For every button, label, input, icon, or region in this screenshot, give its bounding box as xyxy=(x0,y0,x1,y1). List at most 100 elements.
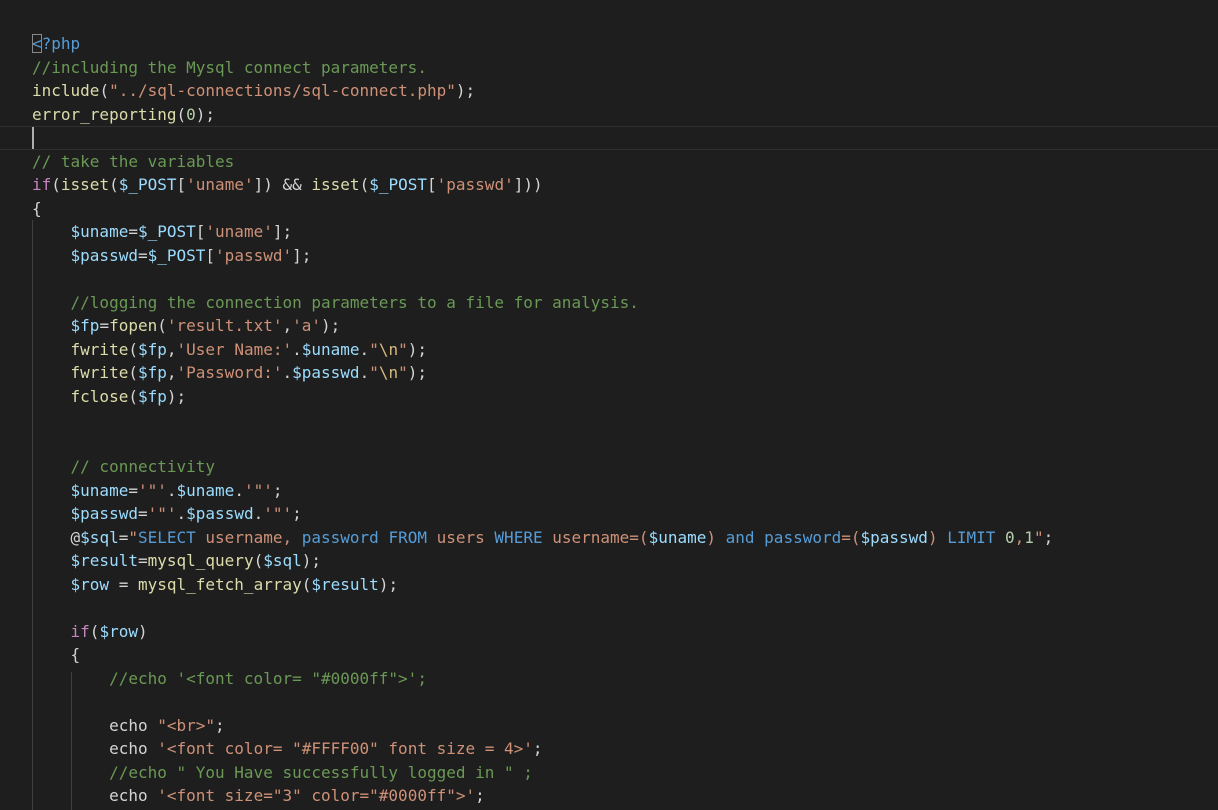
code-token: "../sql-connections/sql-connect.php" xyxy=(109,81,456,100)
code-line[interactable] xyxy=(32,596,1218,620)
code-token: $passwd xyxy=(292,363,360,382)
code-token: 0 xyxy=(186,104,196,124)
code-token: ; xyxy=(292,504,302,523)
code-token: , xyxy=(282,316,293,335)
code-token: ; xyxy=(272,480,283,500)
code-line[interactable]: // take the variables xyxy=(32,150,1218,174)
code-line[interactable]: if(isset($_POST['uname']) && isset($_POS… xyxy=(32,173,1218,197)
code-token: '"' xyxy=(263,504,293,523)
code-token: " xyxy=(369,339,379,359)
code-line[interactable]: fwrite($fp,'Password:'.$passwd."\n"); xyxy=(32,361,1218,385)
code-token: = xyxy=(118,527,129,547)
code-line[interactable]: //echo " You Have successfully logged in… xyxy=(32,761,1218,785)
code-token: LIMIT xyxy=(947,527,996,547)
code-token: ?php xyxy=(41,34,81,53)
code-line[interactable]: echo '<font size="3" color="#0000ff">'; xyxy=(32,784,1218,808)
code-token: ); xyxy=(407,339,427,359)
code-token: < xyxy=(32,34,42,53)
code-token: echo xyxy=(32,786,158,805)
code-token: fopen xyxy=(109,316,158,335)
code-token: ; xyxy=(532,739,543,758)
code-token: '"' xyxy=(243,480,273,500)
code-token: 'passwd' xyxy=(215,245,293,265)
code-line[interactable]: @$sql="SELECT username, password FROM us… xyxy=(32,526,1218,550)
code-token: ); xyxy=(195,104,216,124)
code-token: . xyxy=(176,504,187,523)
code-token: ( xyxy=(253,551,264,570)
code-token: ); xyxy=(301,551,322,570)
code-token: . xyxy=(253,504,264,523)
code-token: //echo '<font color= "#0000ff">'; xyxy=(109,668,427,688)
code-line[interactable]: { xyxy=(32,197,1218,221)
code-line[interactable]: <?php xyxy=(32,32,1218,56)
code-line[interactable]: //including the Mysql connect parameters… xyxy=(32,56,1218,80)
code-token: " xyxy=(1033,527,1044,547)
code-line[interactable]: $uname='"'.$uname.'"'; xyxy=(32,479,1218,503)
code-token: $passwd xyxy=(186,504,254,523)
code-token: users xyxy=(426,527,495,547)
code-line[interactable]: $fp=fopen('result.txt','a'); xyxy=(32,314,1218,338)
code-token: { xyxy=(32,198,42,218)
code-editor[interactable]: <?php//including the Mysql connect param… xyxy=(0,0,1218,810)
code-line[interactable]: //logging the connection parameters to a… xyxy=(32,291,1218,315)
code-line[interactable]: // connectivity xyxy=(32,455,1218,479)
code-token: 1 xyxy=(1024,527,1034,547)
code-token: $result xyxy=(70,551,138,570)
code-token: $uname xyxy=(648,527,707,547)
code-token: SELECT xyxy=(137,527,196,547)
code-line[interactable]: include("../sql-connections/sql-connect.… xyxy=(32,79,1218,103)
code-token: username, xyxy=(195,527,302,547)
code-token: ])) xyxy=(513,175,543,194)
code-line[interactable]: if($row) xyxy=(32,620,1218,644)
code-line[interactable] xyxy=(32,267,1218,291)
code-line[interactable]: echo '<font color= "#FFFF00" font size =… xyxy=(32,737,1218,761)
code-token: ); xyxy=(166,386,187,406)
code-line[interactable]: $passwd=$_POST['passwd']; xyxy=(32,244,1218,268)
code-token: = xyxy=(137,504,148,523)
code-token: // take the variables xyxy=(32,151,235,171)
code-token: ( xyxy=(128,386,138,406)
code-line[interactable]: fwrite($fp,'User Name:'.$uname."\n"); xyxy=(32,338,1218,362)
code-token: '<font size="3" color="#0000ff">' xyxy=(157,786,476,805)
code-token: = xyxy=(128,480,138,500)
code-token: $sql xyxy=(80,527,119,547)
code-line[interactable] xyxy=(32,690,1218,714)
code-line[interactable]: $row = mysql_fetch_array($result); xyxy=(32,573,1218,597)
code-token: ; xyxy=(1043,527,1054,547)
code-line[interactable]: //echo '<font color= "#0000ff">'; xyxy=(32,667,1218,691)
code-line[interactable]: $uname=$_POST['uname']; xyxy=(32,220,1218,244)
code-token: $result xyxy=(311,574,379,594)
code-line[interactable]: { xyxy=(32,643,1218,667)
code-token: , xyxy=(166,339,177,359)
code-line[interactable]: fclose($fp); xyxy=(32,385,1218,409)
code-token: ); xyxy=(455,81,476,100)
code-line[interactable] xyxy=(32,408,1218,432)
code-token: 0 xyxy=(1005,527,1015,547)
code-token: if xyxy=(32,175,52,194)
code-token: . xyxy=(359,339,370,359)
code-line[interactable]: echo "<br>"; xyxy=(32,714,1218,738)
code-token: ; xyxy=(215,715,225,735)
code-token: include xyxy=(32,81,100,100)
code-line-current[interactable] xyxy=(0,126,1218,150)
code-token: ]; xyxy=(272,222,293,241)
code-line[interactable] xyxy=(32,432,1218,456)
code-token: . xyxy=(282,363,293,382)
code-token: 'uname' xyxy=(186,175,254,194)
code-token: @ xyxy=(32,527,81,547)
code-token: ( xyxy=(359,175,370,194)
code-line[interactable]: $result=mysql_query($sql); xyxy=(32,549,1218,573)
code-token: fwrite xyxy=(70,339,129,359)
code-lines[interactable]: <?php//including the Mysql connect param… xyxy=(0,32,1218,808)
code-line[interactable]: error_reporting(0); xyxy=(32,103,1218,127)
code-token: \n xyxy=(378,363,399,382)
code-token: password xyxy=(764,527,842,547)
code-token: . xyxy=(166,480,177,500)
code-token: = xyxy=(137,551,148,570)
code-line[interactable]: $passwd='"'.$passwd.'"'; xyxy=(32,502,1218,526)
